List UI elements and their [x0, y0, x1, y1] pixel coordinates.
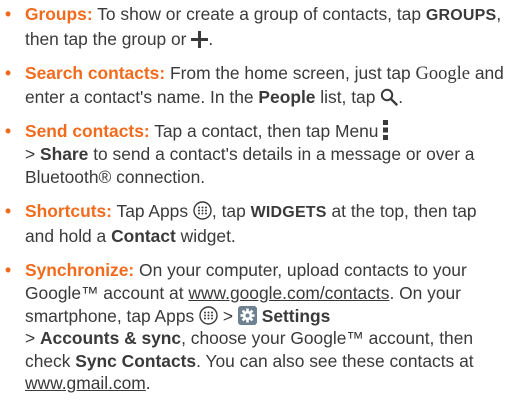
bullet: • [5, 121, 12, 142]
item-text: list, tap [320, 86, 376, 107]
search-icon [380, 88, 398, 106]
item-heading: Shortcuts: [25, 201, 112, 222]
list-item-shortcuts: • Shortcuts: Tap Apps , tap WIDGETS at t… [0, 200, 509, 247]
bullet: • [5, 63, 12, 84]
item-heading: Send contacts: [25, 121, 150, 142]
accounts-sync-label: Accounts & sync [40, 328, 182, 349]
list-item-synchronize: • Synchronize: On your computer, upload … [0, 259, 509, 395]
item-text: > [25, 143, 36, 164]
settings-label: Settings [261, 305, 331, 326]
item-text: . [398, 86, 404, 107]
item-text: > [25, 328, 36, 349]
item-heading: Groups: [25, 4, 93, 24]
bullet: • [5, 201, 12, 222]
item-text: to send a contact's details in a message… [25, 143, 475, 187]
apps-icon [199, 305, 218, 325]
google-contacts-link[interactable]: www.google.com/contacts [188, 283, 389, 303]
item-heading: Synchronize: [25, 260, 135, 281]
gmail-link[interactable]: www.gmail.com [25, 373, 146, 393]
item-text: From the home screen, just tap [170, 63, 411, 84]
bullet: • [5, 4, 12, 24]
list-item-search-contacts: • Search contacts: From the home screen,… [0, 62, 509, 108]
sync-contacts-label: Sync Contacts [75, 350, 197, 371]
groups-command: GROUPS [425, 7, 497, 24]
widgets-command: WIDGETS [250, 204, 327, 222]
contacts-tips-list: • Groups: To show or create a group of c… [0, 0, 509, 407]
list-item-groups: • Groups: To show or create a group of c… [0, 0, 509, 50]
settings-gear-icon [237, 305, 257, 325]
item-text: Tap Apps [116, 201, 189, 222]
item-heading: Search contacts: [25, 63, 166, 84]
item-text: . You can also see these contacts at [196, 350, 474, 371]
list-item-send-contacts: • Send contacts: Tap a contact, then tap… [0, 120, 509, 188]
bullet: • [5, 260, 12, 281]
menu-icon [383, 120, 389, 141]
item-text: widget. [180, 225, 236, 246]
item-text: To show or create a group of contacts, t… [97, 4, 422, 24]
item-text: . [208, 28, 214, 49]
item-text: , tap [211, 201, 246, 222]
share-label: Share [40, 143, 89, 164]
item-text: . [145, 373, 151, 394]
people-label: People [258, 86, 316, 107]
item-text: > [222, 305, 234, 326]
item-text: Tap a contact, then tap Menu [154, 121, 379, 142]
plus-icon [191, 30, 209, 48]
google-search-label: Google [415, 64, 470, 85]
apps-icon [193, 201, 212, 220]
contact-widget-label: Contact [111, 225, 176, 246]
